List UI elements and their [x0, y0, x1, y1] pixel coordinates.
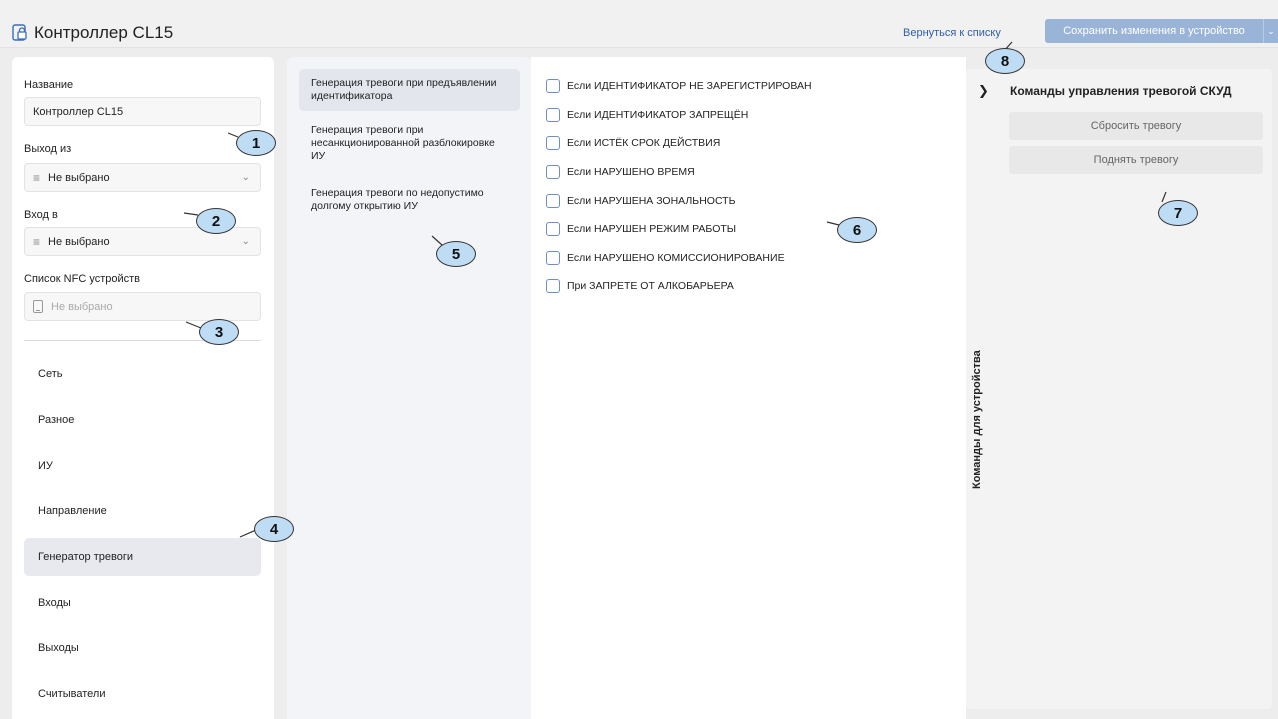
option-label: Если ИСТЁК СРОК ДЕЙСТВИЯ [567, 137, 721, 149]
list-icon: ≡ [33, 234, 41, 249]
option-alcobarrier[interactable]: При ЗАПРЕТЕ ОТ АЛКОБАРЬЕРА [546, 279, 734, 293]
option-label: Если ИДЕНТИФИКАТОР НЕ ЗАРЕГИСТРИРОВАН [567, 80, 812, 92]
device-commands-panel: Команды для устройства ❯ Команды управле… [966, 69, 1272, 709]
checkbox[interactable] [546, 108, 560, 122]
option-forbidden[interactable]: Если ИДЕНТИФИКАТОР ЗАПРЕЩЁН [546, 108, 748, 122]
nav-item-locks[interactable]: ИУ [24, 447, 261, 485]
name-field[interactable]: Контроллер CL15 [24, 97, 261, 126]
raise-alarm-button[interactable]: Поднять тревогу [1009, 146, 1263, 174]
checkbox[interactable] [546, 279, 560, 293]
tab-alarm-long-open[interactable]: Генерация тревоги по недопустимо долгому… [299, 179, 520, 221]
checkbox[interactable] [546, 222, 560, 236]
nfc-device-icon [33, 300, 43, 313]
nfc-label: Список NFC устройств [24, 273, 140, 285]
page-title: Контроллер CL15 [34, 23, 174, 42]
callout-4: 4 [254, 516, 294, 542]
entry-label: Вход в [24, 209, 58, 221]
chevron-down-icon: ⌄ [241, 172, 250, 183]
callout-2: 2 [196, 208, 236, 234]
checkbox[interactable] [546, 79, 560, 93]
callout-6: 6 [837, 217, 877, 243]
chevron-down-icon: ⌄ [241, 236, 250, 247]
option-zone-violated[interactable]: Если НАРУШЕНА ЗОНАЛЬНОСТЬ [546, 194, 735, 208]
list-icon: ≡ [33, 170, 41, 185]
nav-item-outputs[interactable]: Выходы [24, 629, 261, 667]
option-expired[interactable]: Если ИСТЁК СРОК ДЕЙСТВИЯ [546, 136, 720, 150]
commands-panel-label: Команды для устройства [971, 350, 983, 489]
name-label: Название [24, 79, 74, 91]
callout-3: 3 [199, 319, 239, 345]
nav-item-readers[interactable]: Считыватели [24, 675, 261, 713]
nav-item-misc[interactable]: Разное [24, 401, 261, 439]
checkbox[interactable] [546, 136, 560, 150]
option-label: Если ИДЕНТИФИКАТОР ЗАПРЕЩЁН [567, 109, 749, 121]
exit-select[interactable]: ≡ Не выбрано ⌄ [24, 163, 261, 192]
alarm-type-tabs: Генерация тревоги при предъявлении идент… [287, 57, 531, 719]
tab-alarm-on-identifier[interactable]: Генерация тревоги при предъявлении идент… [299, 69, 520, 111]
reset-alarm-button[interactable]: Сбросить тревогу [1009, 112, 1263, 140]
option-label: Если НАРУШЕНО КОМИССИОНИРОВАНИЕ [567, 252, 785, 264]
top-bar: Контроллер CL15 Вернуться к списку Сохра… [0, 0, 1278, 48]
option-label: Если НАРУШЕНА ЗОНАЛЬНОСТЬ [567, 195, 736, 207]
lock-icon [12, 24, 27, 41]
option-label: Если НАРУШЕНО ВРЕМЯ [567, 166, 695, 178]
nfc-select[interactable]: Не выбрано [24, 292, 261, 321]
callout-5: 5 [436, 241, 476, 267]
chevron-right-icon[interactable]: ❯ [978, 83, 989, 99]
entry-value: Не выбрано [48, 235, 110, 248]
callout-7: 7 [1158, 200, 1198, 226]
checkbox[interactable] [546, 194, 560, 208]
save-dropdown-button[interactable]: ⌄ [1263, 19, 1278, 43]
callout-1: 1 [236, 130, 276, 156]
option-mode-violated[interactable]: Если НАРУШЕН РЕЖИМ РАБОТЫ [546, 222, 736, 236]
checkbox[interactable] [546, 165, 560, 179]
option-label: Если НАРУШЕН РЕЖИМ РАБОТЫ [567, 223, 737, 235]
name-value: Контроллер CL15 [33, 105, 124, 118]
exit-value: Не выбрано [48, 171, 110, 184]
alarm-options-panel: Если ИДЕНТИФИКАТОР НЕ ЗАРЕГИСТРИРОВАН Ес… [531, 57, 966, 719]
chevron-down-icon: ⌄ [1267, 25, 1275, 36]
checkbox[interactable] [546, 251, 560, 265]
back-to-list-link[interactable]: Вернуться к списку [903, 27, 1001, 39]
tab-alarm-unauthorized-unlock[interactable]: Генерация тревоги при несанкционированно… [299, 116, 520, 171]
option-commissioning-violated[interactable]: Если НАРУШЕНО КОМИССИОНИРОВАНИЕ [546, 251, 785, 265]
nav-item-inputs[interactable]: Входы [24, 584, 261, 622]
nav-item-network[interactable]: Сеть [24, 355, 261, 393]
option-time-violated[interactable]: Если НАРУШЕНО ВРЕМЯ [546, 165, 695, 179]
option-label: При ЗАПРЕТЕ ОТ АЛКОБАРЬЕРА [567, 280, 734, 292]
device-settings-panel: Название Контроллер CL15 Выход из ≡ Не в… [12, 57, 274, 719]
option-not-registered[interactable]: Если ИДЕНТИФИКАТОР НЕ ЗАРЕГИСТРИРОВАН [546, 79, 812, 93]
nav-item-direction[interactable]: Направление [24, 492, 261, 530]
exit-label: Выход из [24, 143, 72, 155]
nav-item-alarm-generator[interactable]: Генератор тревоги [24, 538, 261, 576]
callout-8: 8 [985, 48, 1025, 74]
commands-section-title: Команды управления тревогой СКУД [1010, 84, 1232, 98]
save-to-device-button[interactable]: Сохранить изменения в устройство [1045, 19, 1263, 43]
nfc-placeholder: Не выбрано [51, 300, 113, 313]
